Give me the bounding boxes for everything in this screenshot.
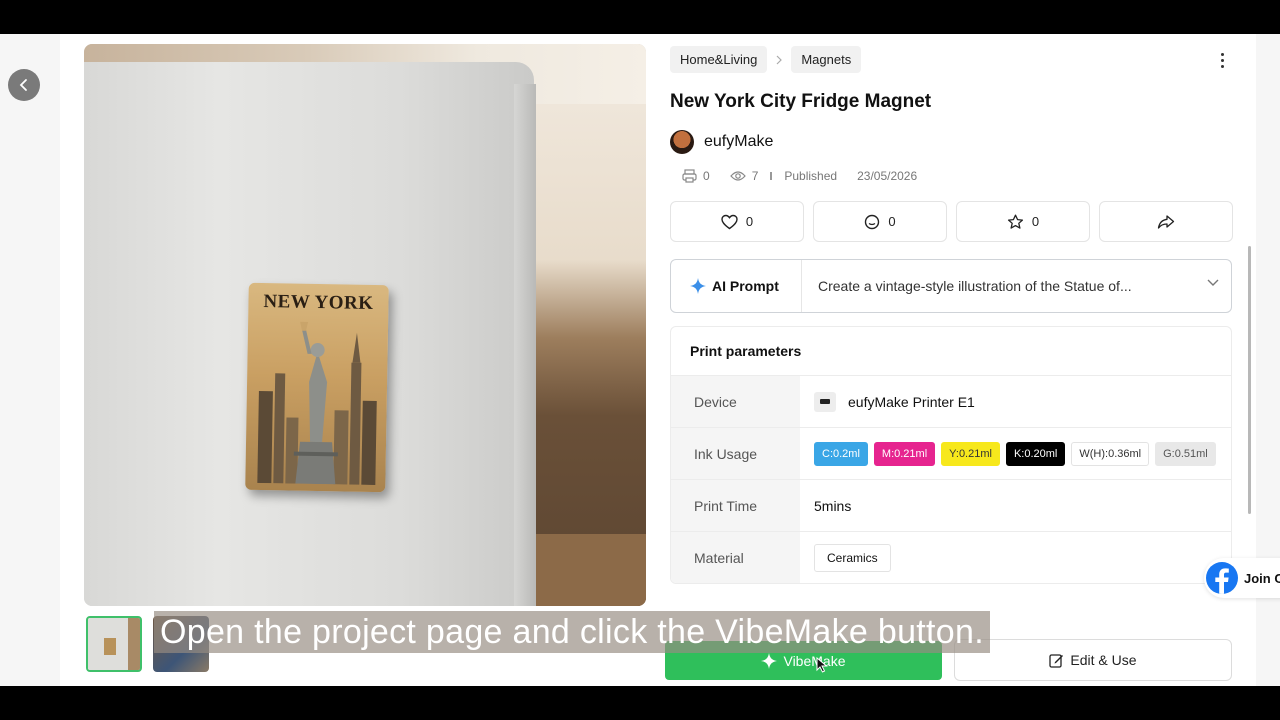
ai-prompt-label: AI Prompt	[671, 278, 801, 294]
author-link[interactable]: eufyMake	[670, 130, 773, 154]
sparkle-icon	[690, 278, 706, 294]
param-key: Device	[671, 376, 800, 427]
print-count: 0	[703, 169, 710, 183]
ink-chip: W(H):0.36ml	[1071, 441, 1150, 466]
share-button[interactable]	[1099, 201, 1233, 242]
thumbnail-1-image	[88, 618, 140, 670]
product-main-image[interactable]: NEW YORK	[84, 44, 646, 606]
like-button[interactable]: 0	[670, 201, 804, 242]
back-button[interactable]	[8, 69, 40, 101]
like-count: 0	[745, 214, 754, 229]
breadcrumb-magnets[interactable]: Magnets	[791, 46, 862, 73]
param-row-print-time: Print Time 5mins	[671, 480, 1231, 532]
breadcrumb-home-living[interactable]: Home&Living	[670, 46, 768, 73]
printer-icon	[682, 169, 697, 183]
ai-prompt-text: Create a vintage-style illustration of t…	[818, 278, 1132, 294]
ink-chip: Y:0.21ml	[941, 441, 1000, 466]
param-key: Print Time	[671, 480, 800, 531]
vibemake-label: VibeMake	[783, 652, 846, 669]
project-page: NEW YORK Home&Living Magnets New York Ci…	[0, 34, 1280, 686]
mouse-cursor-icon	[816, 657, 828, 673]
facebook-join-label: Join C	[1244, 570, 1280, 586]
param-key: Material	[671, 532, 800, 583]
material-chip: Ceramics	[814, 544, 891, 572]
printer-device-icon	[814, 391, 836, 412]
param-key: Ink Usage	[671, 428, 800, 479]
ink-usage-list: C:0.2ml M:0.21ml Y:0.21ml K:0.20ml W(H):0.36…	[800, 428, 1231, 479]
param-value: Ceramics	[800, 532, 1231, 583]
scrollbar[interactable]	[1248, 246, 1251, 514]
edit-icon	[1049, 653, 1064, 668]
comment-count: 0	[888, 214, 896, 229]
share-icon	[1157, 214, 1175, 229]
published-date: 23/05/2026	[857, 169, 918, 183]
ink-chip: M:0.21ml	[873, 441, 936, 466]
favorite-count: 0	[1031, 214, 1040, 229]
page-title: New York City Fridge Magnet	[670, 91, 932, 112]
author-name: eufyMake	[704, 133, 774, 150]
heart-icon	[721, 214, 738, 229]
ink-chip: G:0.51ml	[1155, 441, 1216, 466]
facebook-join-widget[interactable]: Join C	[1204, 558, 1280, 598]
device-name: eufyMake Printer E1	[848, 393, 975, 410]
video-letterbox-bottom	[0, 686, 1280, 720]
kitchen-counter	[536, 534, 646, 606]
published-label: Published	[784, 169, 838, 183]
facebook-icon	[1206, 562, 1238, 594]
favorite-button[interactable]: 0	[956, 201, 1090, 242]
action-bar: 0 0 0	[670, 201, 1233, 242]
param-value: eufyMake Printer E1	[800, 376, 1231, 427]
param-row-material: Material Ceramics	[671, 532, 1231, 583]
statue-of-liberty-illustration	[257, 321, 377, 486]
edit-and-use-button[interactable]: Edit & Use	[954, 639, 1232, 681]
param-row-device: Device eufyMake Printer E1	[671, 376, 1231, 428]
project-stats: 0 7 Published 23/05/2026	[682, 169, 917, 183]
print-time-value: 5mins	[814, 497, 852, 514]
kitchen-shelf	[536, 104, 646, 606]
print-parameters-title: Print parameters	[671, 327, 1231, 376]
view-count: 7	[751, 169, 759, 183]
chevron-left-icon	[19, 79, 27, 91]
breadcrumb: Home&Living Magnets	[670, 46, 862, 73]
eye-icon	[729, 171, 746, 181]
video-caption: Open the project page and click the Vibe…	[154, 611, 990, 653]
avatar	[670, 130, 694, 154]
ai-prompt-panel[interactable]: AI Prompt Create a vintage-style illustr…	[670, 259, 1232, 313]
comment-icon	[865, 214, 880, 229]
ai-prompt-label-text: AI Prompt	[712, 278, 779, 294]
print-parameters-table: Print parameters Device eufyMake Printer…	[670, 326, 1232, 584]
chevron-down-icon	[1207, 279, 1219, 286]
chevron-right-icon	[776, 55, 783, 64]
page-left-gutter	[0, 34, 60, 686]
star-icon	[1007, 214, 1023, 229]
fridge-edge	[514, 84, 536, 606]
edit-and-use-label: Edit & Use	[1070, 652, 1137, 668]
ink-chip: K:0.20ml	[1005, 441, 1066, 466]
ink-chip: C:0.2ml	[814, 441, 868, 466]
comment-button[interactable]: 0	[813, 201, 947, 242]
more-options-icon[interactable]	[1212, 48, 1232, 72]
param-row-ink: Ink Usage C:0.2ml M:0.21ml Y:0.21ml K:0.20m…	[671, 428, 1231, 480]
video-letterbox-top	[0, 0, 1280, 34]
sparkle-icon	[761, 652, 778, 669]
fridge-magnet: NEW YORK	[245, 282, 389, 493]
magnet-title: NEW YORK	[263, 291, 374, 314]
ai-prompt-expand[interactable]	[1195, 279, 1231, 287]
thumbnail-1[interactable]	[86, 616, 142, 672]
